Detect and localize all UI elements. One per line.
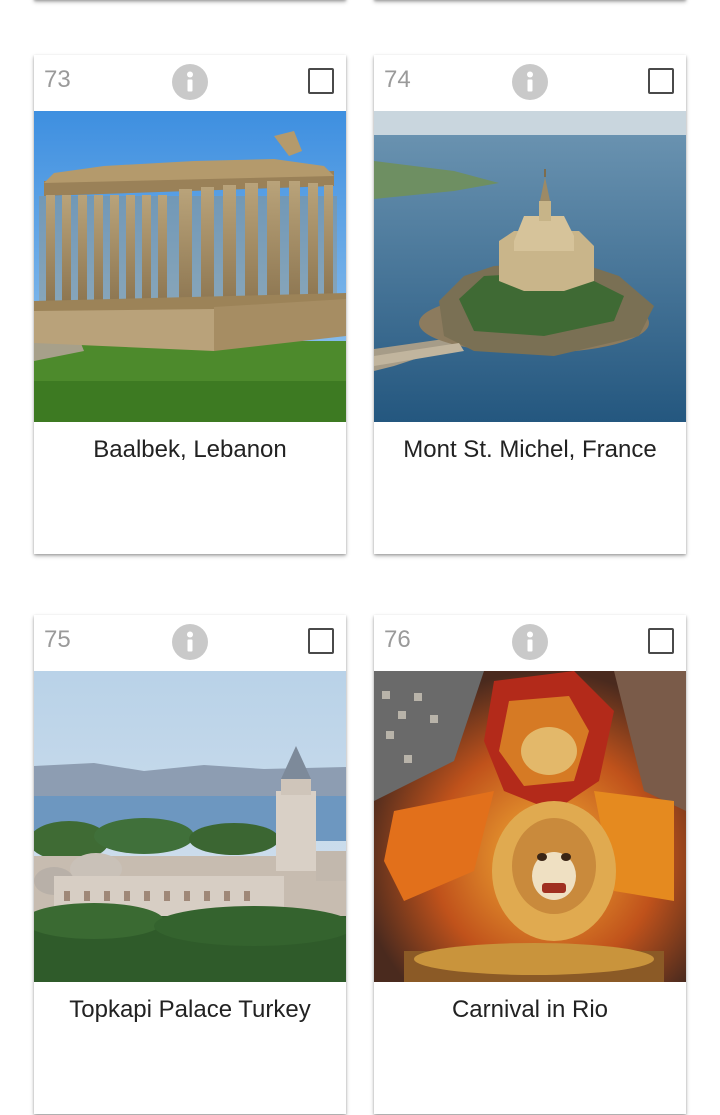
card-title: Carnival in Rio <box>451 996 609 1023</box>
photo-card[interactable]: 74 Mont St. Michel, France <box>374 55 686 554</box>
card-title: Baalbek, Lebanon <box>93 436 287 463</box>
info-icon[interactable] <box>512 64 548 100</box>
select-checkbox[interactable] <box>648 68 674 94</box>
info-icon[interactable] <box>172 624 208 660</box>
select-checkbox[interactable] <box>308 628 334 654</box>
photo-card[interactable]: 75 Topkapi Palace Turkey <box>34 615 346 1114</box>
card-image[interactable] <box>374 111 686 422</box>
card-number: 74 <box>384 66 411 93</box>
card-header: 76 <box>374 615 686 671</box>
card-image[interactable] <box>34 671 346 982</box>
card-image[interactable] <box>34 111 346 422</box>
photo-card[interactable]: 76 Carnival in Rio <box>374 615 686 1114</box>
info-icon[interactable] <box>512 624 548 660</box>
info-icon[interactable] <box>172 64 208 100</box>
card-image[interactable] <box>374 671 686 982</box>
card-number: 73 <box>44 66 71 93</box>
card-header: 75 <box>34 615 346 671</box>
card-number: 75 <box>44 626 71 653</box>
card-header: 73 <box>34 55 346 111</box>
card-title: Topkapi Palace Turkey <box>69 996 311 1023</box>
card-header: 74 <box>374 55 686 111</box>
card-title: Mont St. Michel, France <box>403 436 657 463</box>
card-number: 76 <box>384 626 411 653</box>
photo-card[interactable]: 73 Baalbek, Lebanon <box>34 55 346 554</box>
select-checkbox[interactable] <box>648 628 674 654</box>
select-checkbox[interactable] <box>308 68 334 94</box>
